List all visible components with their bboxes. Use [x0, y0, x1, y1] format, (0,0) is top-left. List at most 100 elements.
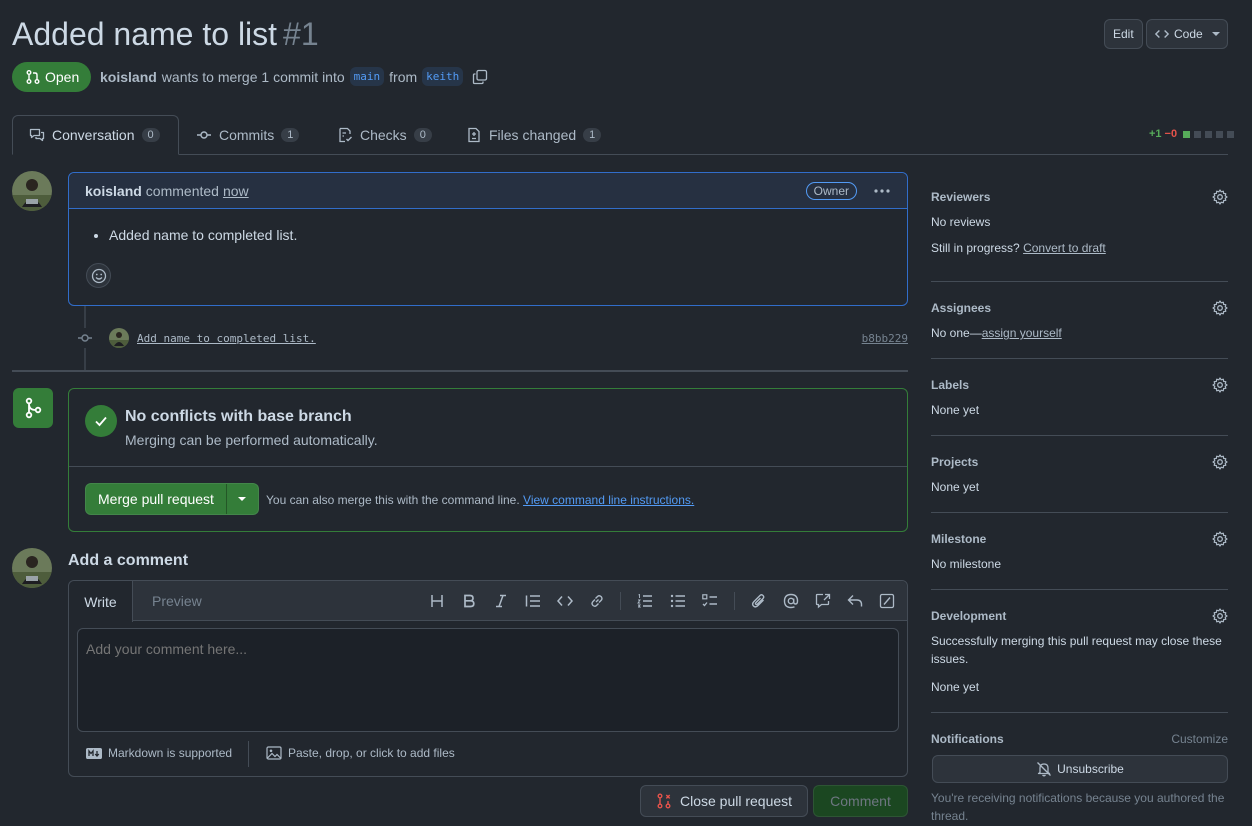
comment-header: koisland commented now Owner	[69, 173, 907, 209]
labels-heading: Labels	[931, 378, 970, 392]
edit-button[interactable]: Edit	[1104, 19, 1143, 49]
unsubscribe-button[interactable]: Unsubscribe	[932, 755, 1228, 783]
ordered-list-icon[interactable]	[635, 591, 655, 611]
paperclip-icon[interactable]	[749, 591, 769, 611]
commit-sha-link[interactable]: b8bb229	[862, 332, 908, 345]
commit-message-link[interactable]: Add name to completed list.	[137, 332, 316, 345]
unordered-list-icon[interactable]	[668, 591, 688, 611]
diffstat-block	[1205, 130, 1213, 138]
link-icon[interactable]	[587, 591, 607, 611]
pr-author-link[interactable]: koisland	[100, 69, 157, 85]
attach-files-text: Paste, drop, or click to add files	[288, 746, 455, 760]
image-icon	[266, 746, 282, 760]
tab-write[interactable]: Write	[69, 581, 133, 622]
heading-icon[interactable]	[427, 591, 447, 611]
gear-icon[interactable]	[1212, 608, 1228, 624]
diffstat-block	[1227, 130, 1235, 138]
file-diff-icon	[466, 127, 482, 143]
add-reaction-button[interactable]	[86, 263, 111, 288]
pr-meta: koisland wants to merge 1 commit into ma…	[100, 67, 488, 86]
copy-icon[interactable]	[472, 69, 488, 85]
gear-icon[interactable]	[1212, 531, 1228, 547]
timeline-divider	[12, 370, 908, 372]
sidebar-development: Development Successfully merging this pu…	[931, 606, 1228, 696]
bold-icon[interactable]	[459, 591, 479, 611]
comment-box: koisland commented now Owner Added name …	[68, 172, 908, 306]
owner-badge: Owner	[805, 181, 857, 200]
convert-to-draft-link[interactable]: Convert to draft	[1023, 241, 1106, 255]
sidebar-divider	[931, 358, 1228, 359]
comment-textarea[interactable]	[77, 628, 899, 732]
development-description: Successfully merging this pull request m…	[931, 634, 1222, 666]
from-text: from	[389, 68, 418, 85]
tab-files-changed-label: Files changed	[489, 127, 577, 143]
comment-timestamp[interactable]: now	[223, 183, 249, 199]
diffstat-block	[1194, 130, 1202, 138]
tab-checks[interactable]: Checks 0	[321, 115, 448, 155]
still-in-progress-text: Still in progress?	[931, 241, 1020, 255]
customize-notifications-link[interactable]: Customize	[1171, 732, 1228, 746]
merge-pull-request-button[interactable]: Merge pull request	[86, 484, 227, 514]
gear-icon[interactable]	[1212, 454, 1228, 470]
tab-checks-count: 0	[413, 128, 432, 142]
mention-icon[interactable]	[781, 591, 801, 611]
smiley-icon	[91, 268, 107, 284]
markdown-note-text: Markdown is supported	[108, 746, 233, 760]
markdown-note[interactable]: Markdown is supported	[86, 746, 232, 760]
reviewers-heading: Reviewers	[931, 190, 991, 204]
command-line-instructions-link[interactable]: View command line instructions.	[523, 493, 694, 507]
tab-checks-label: Checks	[360, 127, 407, 143]
sidebar-reviewers: Reviewers No reviews Still in progress? …	[931, 187, 1228, 257]
diffstat-block	[1216, 130, 1224, 138]
merge-hint: You can also merge this with the command…	[266, 493, 694, 507]
avatar[interactable]	[12, 548, 52, 588]
code-icon[interactable]	[555, 591, 575, 611]
development-heading: Development	[931, 609, 1007, 623]
add-comment-heading: Add a comment	[68, 552, 189, 569]
tasklist-icon[interactable]	[700, 591, 720, 611]
code-button[interactable]: Code	[1146, 19, 1228, 49]
quote-icon[interactable]	[523, 591, 543, 611]
sidebar-labels: Labels None yet	[931, 375, 1228, 419]
diffstat-block	[1183, 130, 1191, 138]
diffstat-deletions: −0	[1164, 128, 1178, 140]
gear-icon[interactable]	[1212, 377, 1228, 393]
git-pull-request-closed-icon	[656, 793, 672, 809]
merge-hint-text: You can also merge this with the command…	[266, 493, 520, 507]
gear-icon[interactable]	[1212, 189, 1228, 205]
slash-command-icon[interactable]	[877, 591, 897, 611]
avatar[interactable]	[109, 328, 129, 348]
sidebar-milestone: Milestone No milestone	[931, 529, 1228, 573]
reply-icon[interactable]	[845, 591, 865, 611]
comment-list-item: Added name to completed list.	[109, 227, 891, 243]
avatar[interactable]	[12, 171, 52, 211]
tab-preview[interactable]: Preview	[152, 593, 202, 609]
comment-author-link[interactable]: koisland	[85, 183, 142, 199]
assign-yourself-link[interactable]: assign yourself	[982, 326, 1062, 340]
comment-submit-button[interactable]: Comment	[813, 785, 908, 817]
reviewers-value: No reviews	[931, 215, 991, 229]
bell-slash-icon	[1036, 761, 1052, 777]
toolbar-divider	[620, 592, 621, 610]
tab-conversation[interactable]: Conversation 0	[12, 115, 179, 155]
italic-icon[interactable]	[491, 591, 511, 611]
sidebar-notifications: Notifications Customize	[931, 729, 1228, 749]
caret-down-icon	[238, 497, 247, 501]
timeline-commit: Add name to completed list. b8bb229	[76, 326, 908, 350]
gear-icon[interactable]	[1212, 300, 1228, 316]
cross-reference-icon[interactable]	[813, 591, 833, 611]
page-title: Added name to list #1	[12, 16, 319, 53]
base-branch[interactable]: main	[349, 67, 385, 86]
tab-commits[interactable]: Commits 1	[180, 115, 315, 155]
attach-files-note[interactable]: Paste, drop, or click to add files	[266, 746, 455, 760]
milestone-heading: Milestone	[931, 532, 987, 546]
footer-divider	[248, 741, 249, 767]
head-branch[interactable]: keith	[422, 67, 464, 86]
close-pull-request-button[interactable]: Close pull request	[640, 785, 808, 817]
merge-options-dropdown[interactable]	[227, 484, 258, 514]
comment-action: commented	[145, 182, 219, 199]
tab-files-changed[interactable]: Files changed 1	[450, 115, 617, 155]
unsubscribe-label: Unsubscribe	[1057, 762, 1124, 776]
development-value: None yet	[931, 680, 980, 694]
kebab-horizontal-icon[interactable]	[873, 183, 891, 199]
